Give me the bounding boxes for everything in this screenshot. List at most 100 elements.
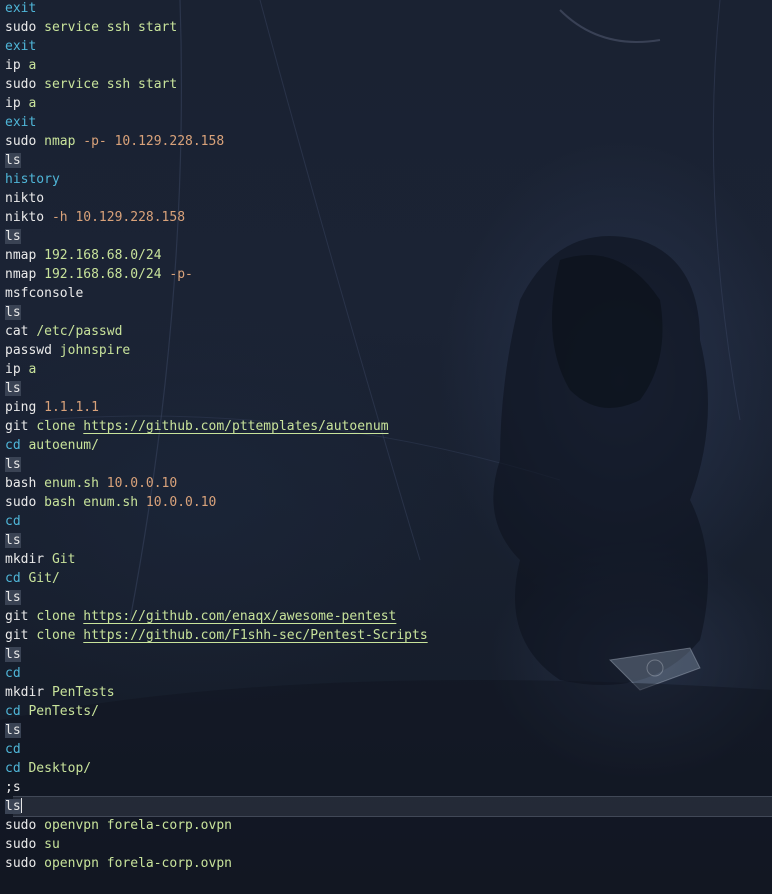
history-token: exit (5, 39, 37, 54)
history-line[interactable]: ls (5, 227, 428, 246)
history-token: -p- (83, 134, 115, 149)
history-line[interactable]: sudo su (5, 835, 428, 854)
history-token: ip (5, 362, 29, 377)
history-token: mkdir (5, 552, 52, 567)
history-line[interactable]: git clone https://github.com/F1shh-sec/P… (5, 626, 428, 645)
history-token: -h (51, 210, 76, 225)
history-token: /etc/passwd (36, 324, 123, 339)
history-line[interactable]: ;s (5, 778, 428, 797)
history-token: johnspire (59, 343, 131, 358)
history-line[interactable]: ls (5, 645, 428, 664)
history-token: sudo (5, 818, 45, 833)
history-line[interactable]: sudo bash enum.sh 10.0.0.10 (5, 493, 428, 512)
history-link[interactable]: https://github.com/F1shh-sec/Pentest-Scr… (83, 628, 427, 643)
history-line[interactable]: cd Desktop/ (5, 759, 428, 778)
history-token: ls (5, 533, 21, 548)
history-token: git (5, 628, 37, 643)
history-line[interactable]: msfconsole (5, 284, 428, 303)
history-link[interactable]: https://github.com/enaqx/awesome-pentest (83, 609, 396, 624)
history-line[interactable]: cd Git/ (5, 569, 428, 588)
history-line[interactable]: ls (5, 455, 428, 474)
history-line[interactable]: cd (5, 740, 428, 759)
history-line[interactable]: bash enum.sh 10.0.0.10 (5, 474, 428, 493)
history-line[interactable]: cd autoenum/ (5, 436, 428, 455)
history-line[interactable]: ip a (5, 360, 428, 379)
history-line-current[interactable]: ls (5, 797, 428, 816)
history-line[interactable]: cd PenTests/ (5, 702, 428, 721)
history-token: nmap (44, 134, 84, 149)
history-line[interactable]: ls (5, 151, 428, 170)
history-token: ip (5, 96, 29, 111)
history-token: cd (5, 761, 29, 776)
history-token: 10.129.228.158 (75, 210, 186, 225)
history-token: cd (5, 742, 21, 757)
history-line[interactable]: nmap 192.168.68.0/24 -p- (5, 265, 428, 284)
history-line[interactable]: mkdir Git (5, 550, 428, 569)
history-token: bash (44, 495, 84, 510)
history-line[interactable]: cd (5, 512, 428, 531)
history-token: clone (36, 628, 84, 643)
history-token: 10.0.0.10 (106, 476, 178, 491)
history-line[interactable]: exit (5, 37, 428, 56)
history-token: ls (5, 723, 21, 738)
history-line[interactable]: ls (5, 531, 428, 550)
history-line[interactable]: mkdir PenTests (5, 683, 428, 702)
history-line[interactable]: ls (5, 588, 428, 607)
history-token: a (28, 96, 37, 111)
history-line[interactable]: history (5, 170, 428, 189)
history-token: exit (5, 115, 37, 130)
history-token: -p- (169, 267, 193, 282)
history-token: 192.168.68.0/24 (44, 267, 170, 282)
terminal-window[interactable]: exit sudo service ssh start exit ip a sudo s… (0, 0, 772, 894)
history-token: sudo (5, 134, 45, 149)
history-line[interactable]: ping 1.1.1.1 (5, 398, 428, 417)
history-token: cd (5, 438, 29, 453)
history-line[interactable]: cat /etc/passwd (5, 322, 428, 341)
history-token: cd (5, 666, 21, 681)
history-line[interactable]: nikto -h 10.129.228.158 (5, 208, 428, 227)
history-token: sudo (5, 837, 45, 852)
history-line[interactable]: ip a (5, 56, 428, 75)
history-line[interactable]: exit (5, 113, 428, 132)
history-token: forela-corp.ovpn (106, 856, 232, 871)
history-token: history (5, 172, 60, 187)
history-token: ls (5, 457, 21, 472)
history-line[interactable]: exit (5, 0, 428, 18)
history-line[interactable]: git clone https://github.com/pttemplates… (5, 417, 428, 436)
history-line[interactable]: sudo nmap -p- 10.129.228.158 (5, 132, 428, 151)
shell-history-list: exit sudo service ssh start exit ip a sudo s… (5, 0, 428, 873)
history-token: service ssh start (44, 20, 178, 35)
history-token: nmap (5, 267, 45, 282)
history-token: ;s (5, 780, 21, 795)
history-line[interactable]: nikto (5, 189, 428, 208)
text-cursor (20, 798, 22, 813)
history-token: ip (5, 58, 29, 73)
history-token: nikto (5, 191, 45, 206)
history-token: PenTests (51, 685, 115, 700)
history-token: sudo (5, 495, 45, 510)
history-token: autoenum/ (28, 438, 99, 453)
history-line[interactable]: ls (5, 721, 428, 740)
history-token: a (28, 58, 37, 73)
history-line[interactable]: sudo openvpn forela-corp.ovpn (5, 816, 428, 835)
history-link[interactable]: https://github.com/pttemplates/autoenum (83, 419, 388, 434)
history-token: clone (36, 609, 84, 624)
history-line[interactable]: sudo service ssh start (5, 18, 428, 37)
history-line[interactable]: sudo openvpn forela-corp.ovpn (5, 854, 428, 873)
history-token: su (44, 837, 60, 852)
history-token: clone (36, 419, 84, 434)
history-token: openvpn (44, 818, 107, 833)
history-line[interactable]: git clone https://github.com/enaqx/aweso… (5, 607, 428, 626)
history-line[interactable]: ls (5, 379, 428, 398)
history-line[interactable]: cd (5, 664, 428, 683)
history-line[interactable]: nmap 192.168.68.0/24 (5, 246, 428, 265)
history-line[interactable]: ls (5, 303, 428, 322)
history-token: forela-corp.ovpn (106, 818, 232, 833)
history-token: cd (5, 571, 29, 586)
history-line[interactable]: passwd johnspire (5, 341, 428, 360)
history-line[interactable]: sudo service ssh start (5, 75, 428, 94)
history-token: Git/ (28, 571, 60, 586)
history-token: nmap (5, 248, 45, 263)
history-token: service ssh start (44, 77, 178, 92)
history-line[interactable]: ip a (5, 94, 428, 113)
